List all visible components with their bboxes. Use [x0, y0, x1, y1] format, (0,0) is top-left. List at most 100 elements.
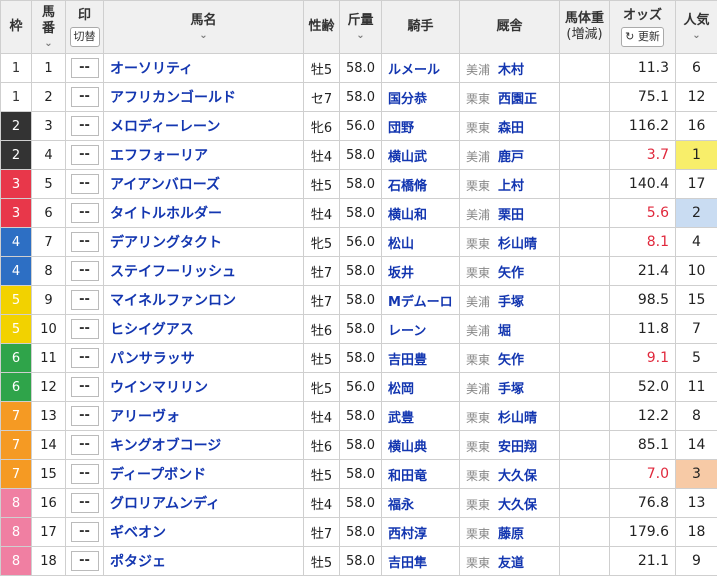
jockey-link[interactable]: 横山和 — [382, 199, 460, 228]
mark-select-button[interactable]: -- — [71, 435, 99, 455]
jockey-link[interactable]: Mデムーロ — [382, 286, 460, 315]
table-row: 59--マイネルファンロン牡758.0Mデムーロ美浦手塚98.515 — [1, 286, 717, 315]
waku-cell: 3 — [1, 199, 32, 228]
horse-name-link[interactable]: メロディーレーン — [104, 112, 304, 141]
popularity-rank: 7 — [676, 315, 717, 344]
horse-name-link[interactable]: ヒシイグアス — [104, 315, 304, 344]
trainer-link[interactable]: 木村 — [498, 63, 524, 78]
jockey-link[interactable]: 団野 — [382, 112, 460, 141]
mark-select-button[interactable]: -- — [71, 551, 99, 571]
jockey-link[interactable]: 吉田豊 — [382, 344, 460, 373]
mark-select-button[interactable]: -- — [71, 290, 99, 310]
waku-cell: 1 — [1, 54, 32, 83]
trainer-link[interactable]: 矢作 — [498, 266, 524, 281]
jockey-link[interactable]: 石橋脩 — [382, 170, 460, 199]
jockey-link[interactable]: 松岡 — [382, 373, 460, 402]
trainer-link[interactable]: 鹿戸 — [498, 150, 524, 165]
horse-name-link[interactable]: エフフォーリア — [104, 141, 304, 170]
jockey-link[interactable]: レーン — [382, 315, 460, 344]
trainer-link[interactable]: 大久保 — [498, 469, 537, 484]
horse-name-link[interactable]: ポタジェ — [104, 547, 304, 576]
horse-name-link[interactable]: アイアンバローズ — [104, 170, 304, 199]
jockey-link[interactable]: 福永 — [382, 489, 460, 518]
mark-select-button[interactable]: -- — [71, 522, 99, 542]
jockey-link[interactable]: 吉田隼 — [382, 547, 460, 576]
trainer-link[interactable]: 藤原 — [498, 527, 524, 542]
jockey-link[interactable]: 国分恭 — [382, 83, 460, 112]
horse-number: 4 — [32, 141, 66, 170]
horse-name-link[interactable]: デアリングタクト — [104, 228, 304, 257]
mark-select-button[interactable]: -- — [71, 464, 99, 484]
mark-select-button[interactable]: -- — [71, 174, 99, 194]
waku-cell: 7 — [1, 431, 32, 460]
jockey-link[interactable]: 横山武 — [382, 141, 460, 170]
mark-select-button[interactable]: -- — [71, 377, 99, 397]
header-umaban[interactable]: 馬 番 ⌄ — [32, 1, 66, 54]
jockey-link[interactable]: ルメール — [382, 54, 460, 83]
table-row: 611--パンサラッサ牡558.0吉田豊栗東矢作9.15 — [1, 344, 717, 373]
mark-select-button[interactable]: -- — [71, 348, 99, 368]
chevron-down-icon[interactable]: ⌄ — [676, 31, 717, 41]
trainer-link[interactable]: 栗田 — [498, 208, 524, 223]
mark-select-button[interactable]: -- — [71, 406, 99, 426]
mark-select-button[interactable]: -- — [71, 87, 99, 107]
horse-name-link[interactable]: ウインマリリン — [104, 373, 304, 402]
trainer-link[interactable]: 西園正 — [498, 92, 537, 107]
mark-select-button[interactable]: -- — [71, 116, 99, 136]
horse-name-link[interactable]: タイトルホルダー — [104, 199, 304, 228]
header-popularity[interactable]: 人気 ⌄ — [676, 1, 717, 54]
horse-name-link[interactable]: オーソリティ — [104, 54, 304, 83]
horse-name-link[interactable]: ディープボンド — [104, 460, 304, 489]
waku-cell: 8 — [1, 518, 32, 547]
mark-select-button[interactable]: -- — [71, 203, 99, 223]
mark-select-button[interactable]: -- — [71, 261, 99, 281]
refresh-odds-button[interactable]: ↻ 更新 — [621, 27, 664, 47]
trainer-link[interactable]: 手塚 — [498, 295, 524, 310]
horse-name-link[interactable]: ステイフーリッシュ — [104, 257, 304, 286]
mark-select-button[interactable]: -- — [71, 58, 99, 78]
trainer-link[interactable]: 友道 — [498, 556, 524, 571]
horse-name-link[interactable]: グロリアムンディ — [104, 489, 304, 518]
mark-select-button[interactable]: -- — [71, 319, 99, 339]
popularity-rank: 18 — [676, 518, 717, 547]
trainer-link[interactable]: 杉山晴 — [498, 411, 537, 426]
horse-number: 5 — [32, 170, 66, 199]
body-weight — [560, 199, 610, 228]
carried-weight: 58.0 — [340, 489, 382, 518]
horse-number: 3 — [32, 112, 66, 141]
horse-name-link[interactable]: マイネルファンロン — [104, 286, 304, 315]
jockey-link[interactable]: 西村淳 — [382, 518, 460, 547]
trainer-link[interactable]: 手塚 — [498, 382, 524, 397]
jockey-link[interactable]: 松山 — [382, 228, 460, 257]
odds-value: 21.4 — [610, 257, 676, 286]
trainer-link[interactable]: 矢作 — [498, 353, 524, 368]
sex-age: 牡4 — [304, 402, 340, 431]
horse-name-link[interactable]: パンサラッサ — [104, 344, 304, 373]
trainer-link[interactable]: 大久保 — [498, 498, 537, 513]
chevron-down-icon[interactable]: ⌄ — [340, 31, 381, 41]
chevron-down-icon[interactable]: ⌄ — [104, 31, 303, 41]
trainer-link[interactable]: 堀 — [498, 324, 511, 339]
chevron-down-icon[interactable]: ⌄ — [32, 39, 65, 49]
jockey-link[interactable]: 坂井 — [382, 257, 460, 286]
mark-cell: -- — [66, 141, 104, 170]
odds-value: 76.8 — [610, 489, 676, 518]
horse-name-link[interactable]: キングオブコージ — [104, 431, 304, 460]
header-weight[interactable]: 斤量 ⌄ — [340, 1, 382, 54]
trainer-link[interactable]: 森田 — [498, 121, 524, 136]
mark-select-button[interactable]: -- — [71, 232, 99, 252]
trainer-link[interactable]: 杉山晴 — [498, 237, 537, 252]
horse-name-link[interactable]: アフリカンゴールド — [104, 83, 304, 112]
mark-select-button[interactable]: -- — [71, 493, 99, 513]
horse-name-link[interactable]: アリーヴォ — [104, 402, 304, 431]
mark-select-button[interactable]: -- — [71, 145, 99, 165]
horse-name-link[interactable]: ギベオン — [104, 518, 304, 547]
carried-weight: 58.0 — [340, 431, 382, 460]
header-horse[interactable]: 馬名 ⌄ — [104, 1, 304, 54]
jockey-link[interactable]: 和田竜 — [382, 460, 460, 489]
jockey-link[interactable]: 横山典 — [382, 431, 460, 460]
trainer-link[interactable]: 上村 — [498, 179, 524, 194]
mark-toggle-button[interactable]: 切替 — [70, 27, 100, 47]
jockey-link[interactable]: 武豊 — [382, 402, 460, 431]
trainer-link[interactable]: 安田翔 — [498, 440, 537, 455]
